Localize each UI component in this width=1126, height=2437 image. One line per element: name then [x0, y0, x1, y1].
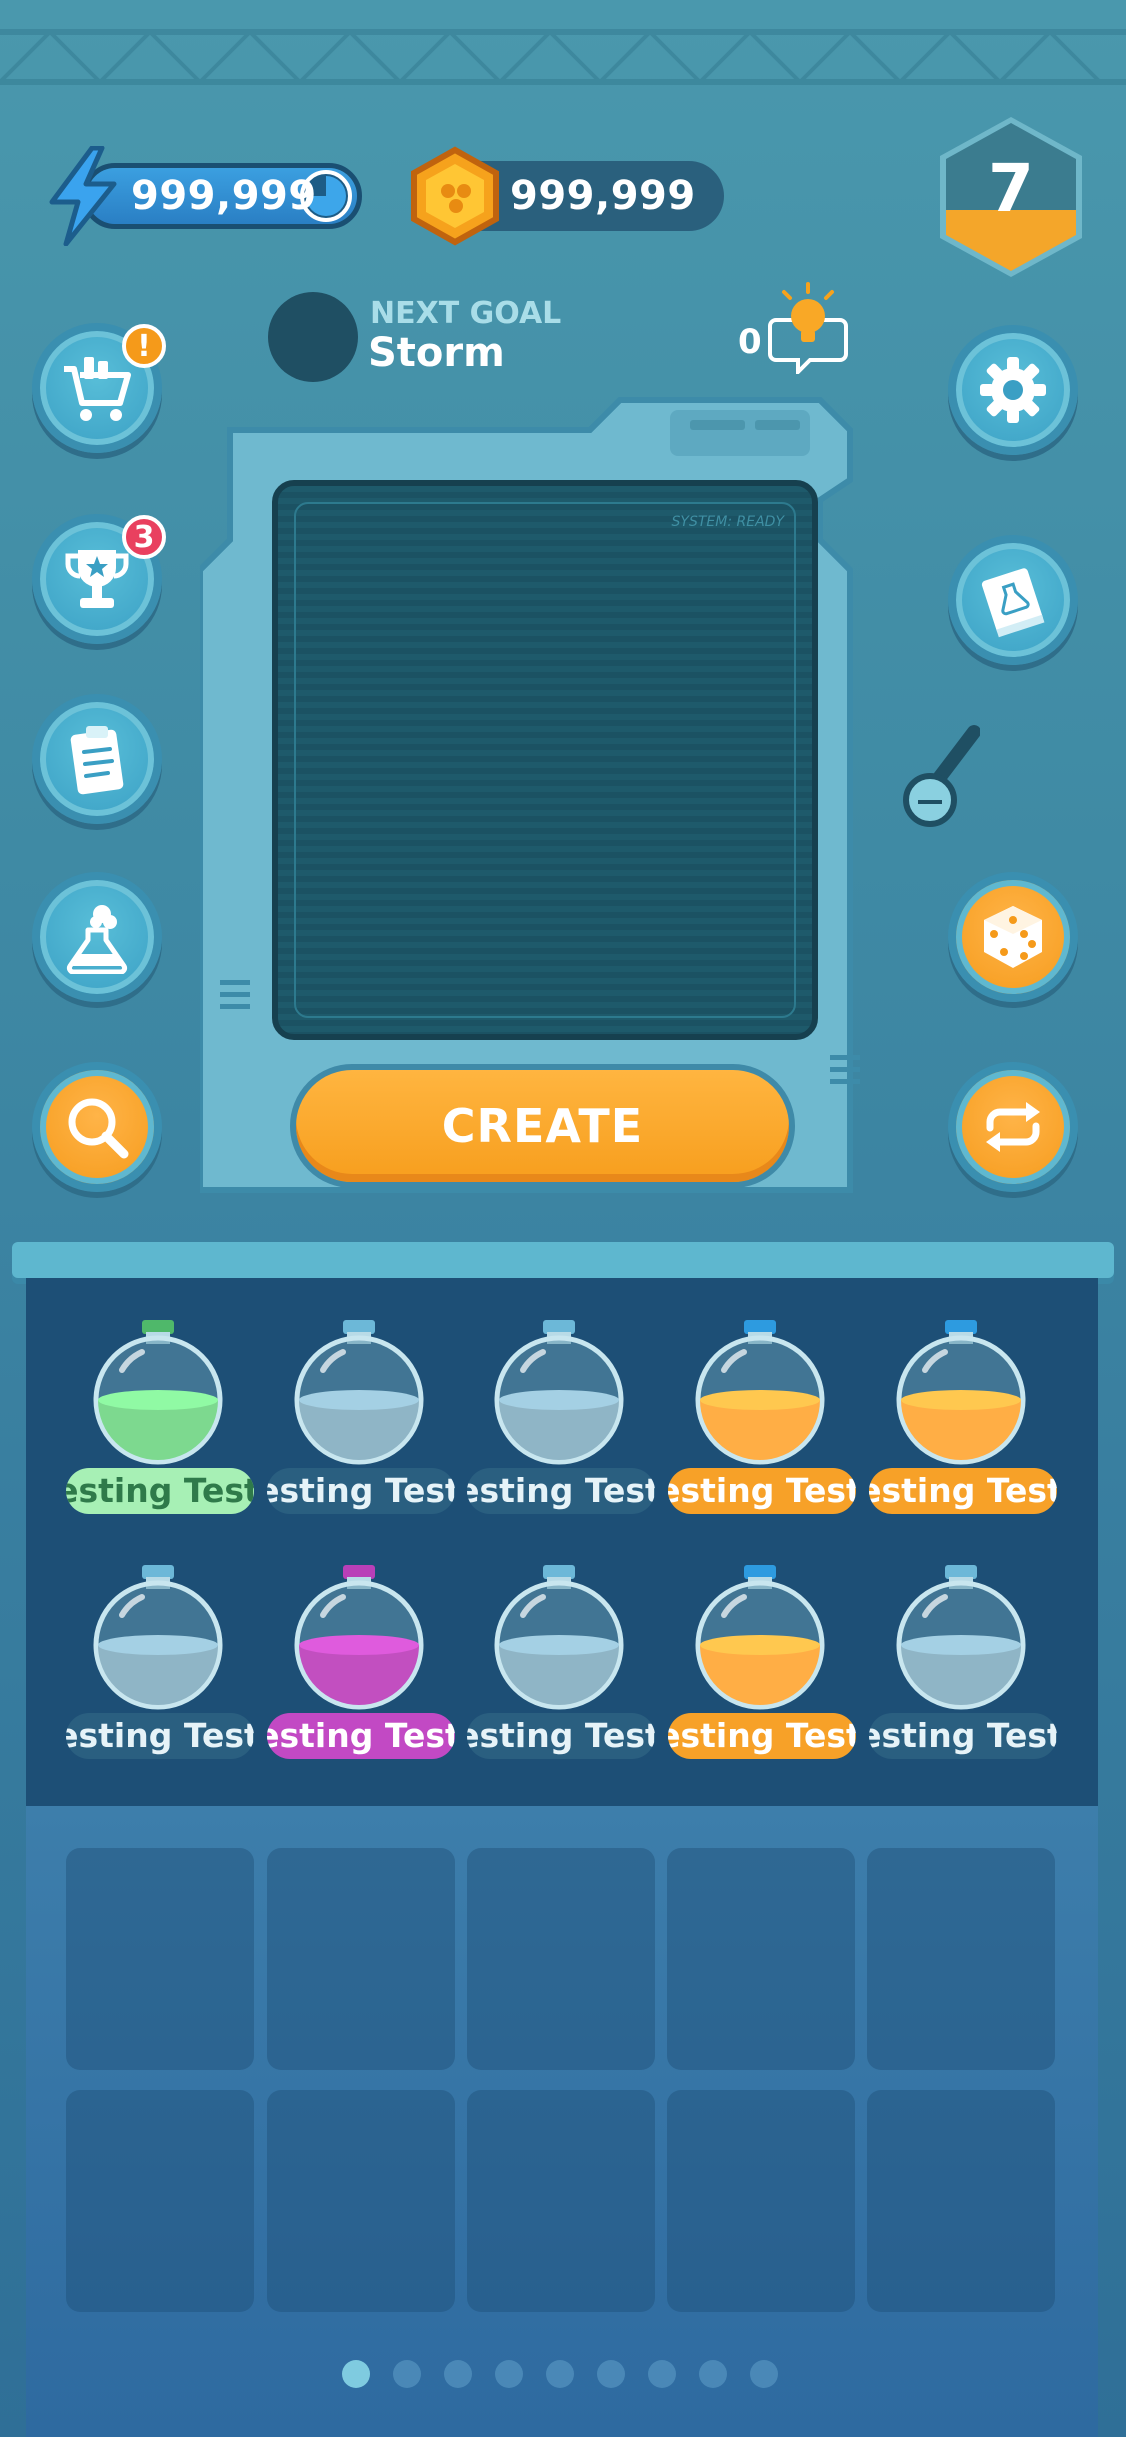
potion-label: Testing Testing	[869, 1713, 1057, 1759]
machine-screen: SYSTEM: READY	[272, 480, 818, 1040]
potion-flask-icon	[494, 1320, 624, 1465]
hint-button[interactable]	[768, 282, 848, 374]
search-button[interactable]	[32, 1062, 162, 1192]
energy-value: 999,999	[131, 173, 317, 219]
empty-slot[interactable]	[867, 2090, 1055, 2312]
potion-label-text: Testing Testing	[66, 1716, 254, 1755]
page-dot[interactable]	[393, 2360, 421, 2388]
potion-label-text: Testing Testing	[668, 1716, 856, 1755]
random-button[interactable]	[948, 872, 1078, 1002]
potion-label-text: Testing Testing	[869, 1716, 1057, 1755]
page-dot[interactable]	[546, 2360, 574, 2388]
goal-label: NEXT GOAL	[370, 296, 562, 331]
potion-label: Testing Testing	[467, 1468, 655, 1514]
potion-item[interactable]: Testing Testing	[62, 1318, 262, 1528]
page-dot[interactable]	[597, 2360, 625, 2388]
page-dot[interactable]	[495, 2360, 523, 2388]
swap-button[interactable]	[948, 1062, 1078, 1192]
flask-icon	[66, 905, 128, 974]
trophy-icon	[65, 550, 129, 608]
shop-alert-badge: !	[122, 324, 166, 368]
potion-flask-icon	[93, 1320, 223, 1465]
coin-value: 999,999	[510, 173, 696, 219]
potion-label: Testing Testing	[66, 1713, 254, 1759]
potion-label-text: Testing Testing	[66, 1471, 254, 1510]
create-button-label: CREATE	[441, 1099, 644, 1153]
magnifier-icon	[68, 1098, 129, 1159]
potion-flask-icon	[93, 1565, 223, 1710]
quests-button[interactable]	[32, 694, 162, 824]
lightning-icon	[49, 146, 117, 246]
page-dot[interactable]	[444, 2360, 472, 2388]
empty-slot[interactable]	[467, 2090, 655, 2312]
potion-flask-icon	[896, 1565, 1026, 1710]
empty-slot[interactable]	[66, 2090, 254, 2312]
page-dot[interactable]	[648, 2360, 676, 2388]
potion-label-text: Testing Testing	[267, 1716, 455, 1755]
empty-slot[interactable]	[667, 2090, 855, 2312]
hint-count: 0	[738, 322, 762, 362]
potion-item[interactable]: Testing Testing	[865, 1563, 1065, 1773]
page-dot[interactable]	[699, 2360, 727, 2388]
pressure-gauge	[903, 725, 980, 827]
potion-flask-icon	[494, 1565, 624, 1710]
potion-label-text: Testing Testing	[869, 1471, 1057, 1510]
potion-item[interactable]: Testing Testing	[263, 1318, 463, 1528]
gear-icon	[980, 357, 1046, 423]
empty-slot[interactable]	[267, 1848, 455, 2070]
create-button[interactable]: CREATE	[290, 1064, 795, 1188]
empty-slot[interactable]	[467, 1848, 655, 2070]
potion-item[interactable]: Testing Testing	[463, 1563, 663, 1773]
clipboard-icon	[70, 726, 124, 795]
potion-label: Testing Testing	[66, 1468, 254, 1514]
potion-label: Testing Testing	[267, 1713, 455, 1759]
potion-label-text: Testing Testing	[467, 1471, 655, 1510]
potion-flask-icon	[896, 1320, 1026, 1465]
goal-icon	[268, 292, 358, 382]
book-icon	[981, 568, 1045, 638]
potion-label: Testing Testing	[467, 1713, 655, 1759]
potion-item[interactable]: Testing Testing	[664, 1318, 864, 1528]
empty-slot[interactable]	[66, 1848, 254, 2070]
potion-item[interactable]: Testing Testing	[865, 1318, 1065, 1528]
potion-flask-icon	[695, 1320, 825, 1465]
page-dot[interactable]	[342, 2360, 370, 2388]
empty-slot[interactable]	[867, 1848, 1055, 2070]
potion-item[interactable]: Testing Testing	[263, 1563, 463, 1773]
potion-label-text: Testing Testing	[467, 1716, 655, 1755]
potion-item[interactable]: Testing Testing	[463, 1318, 663, 1528]
potion-label: Testing Testing	[267, 1468, 455, 1514]
potion-label: Testing Testing	[668, 1468, 856, 1514]
screen-status: SYSTEM: READY	[671, 514, 784, 530]
potion-flask-icon	[294, 1565, 424, 1710]
recipe-book-button[interactable]	[948, 535, 1078, 665]
empty-slot[interactable]	[667, 1848, 855, 2070]
level-number: 7	[988, 150, 1034, 227]
page-dot[interactable]	[750, 2360, 778, 2388]
refresh-icon	[986, 1102, 1040, 1152]
potion-item[interactable]: Testing Testing	[664, 1563, 864, 1773]
empty-slot[interactable]	[267, 2090, 455, 2312]
potion-label: Testing Testing	[869, 1468, 1057, 1514]
potion-label-text: Testing Testing	[668, 1471, 856, 1510]
achievements-count-badge: 3	[122, 515, 166, 559]
coin-icon	[411, 146, 499, 246]
lab-button[interactable]	[32, 872, 162, 1002]
dice-icon	[984, 906, 1042, 968]
potion-label-text: Testing Testing	[267, 1471, 455, 1510]
potion-item[interactable]: Testing Testing	[62, 1563, 262, 1773]
goal-name: Storm	[368, 330, 505, 376]
cart-icon	[64, 357, 131, 421]
settings-button[interactable]	[948, 325, 1078, 455]
potion-label: Testing Testing	[668, 1713, 856, 1759]
background-truss	[0, 29, 1126, 85]
shelf-edge	[12, 1242, 1114, 1278]
potion-flask-icon	[294, 1320, 424, 1465]
potion-flask-icon	[695, 1565, 825, 1710]
